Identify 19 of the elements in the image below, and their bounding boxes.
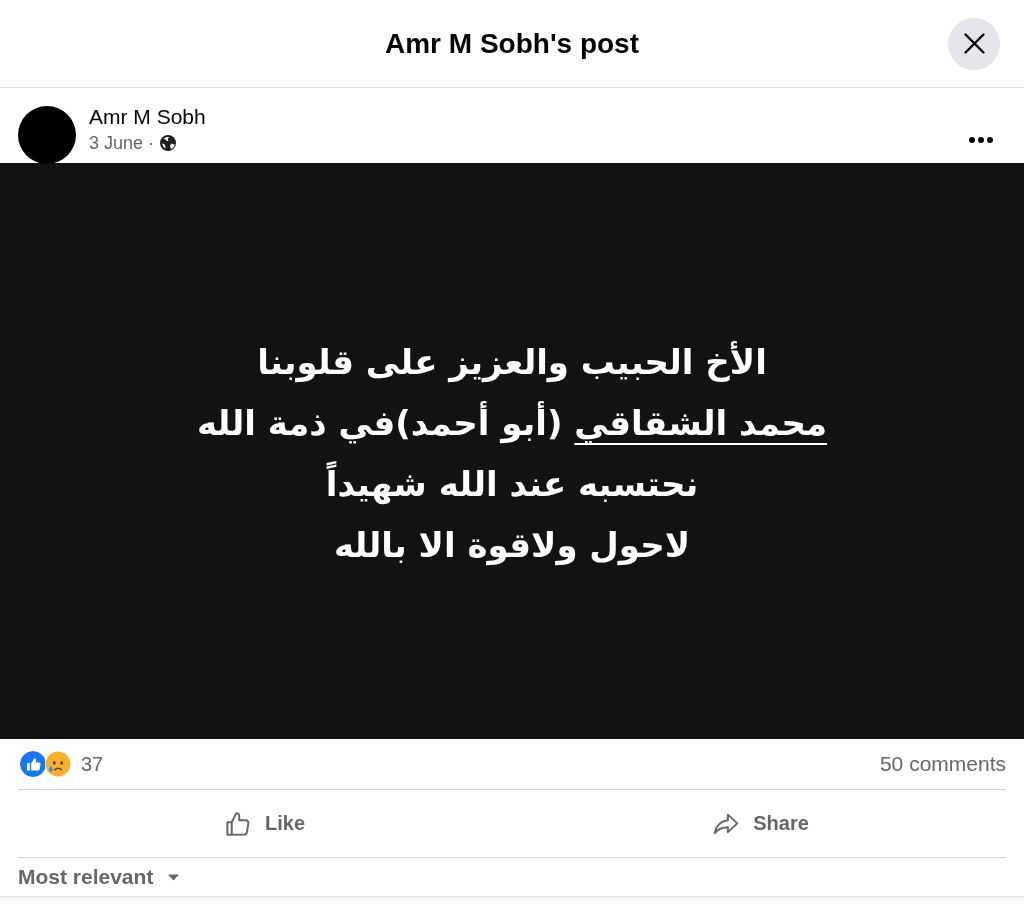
more-dots-icon	[968, 135, 994, 144]
share-button[interactable]: Share	[514, 801, 1006, 846]
like-button[interactable]: Like	[18, 801, 510, 846]
avatar-circle[interactable]	[18, 106, 76, 164]
sad-face-icon	[45, 751, 71, 777]
close-button[interactable]	[948, 17, 1000, 70]
author-name[interactable]: Amr M Sobh	[89, 103, 206, 131]
reaction-count[interactable]: 37	[81, 752, 104, 776]
thumbs-up-reaction-icon	[20, 751, 46, 777]
more-options-button[interactable]	[968, 135, 994, 144]
close-icon	[963, 33, 985, 54]
globe-icon	[160, 135, 177, 151]
post-date[interactable]: 3 June ·	[89, 131, 155, 155]
post-text: الأخ الحبيب والعزيز على قلوبنا محمد الشقاقي (أبو أحمد)في ذمة الله نحتسبه عند الله شهيداً لاحول ولاقوة الا بالله	[196, 340, 828, 568]
dialog-title: Amr M Sobh's post	[385, 27, 639, 60]
mention-link[interactable]: محمد الشقاقي	[574, 403, 828, 443]
comment-sort-dropdown[interactable]: Most relevant	[18, 865, 181, 889]
comments-count[interactable]: 50 comments	[879, 752, 1006, 776]
caret-down-icon	[167, 873, 181, 881]
